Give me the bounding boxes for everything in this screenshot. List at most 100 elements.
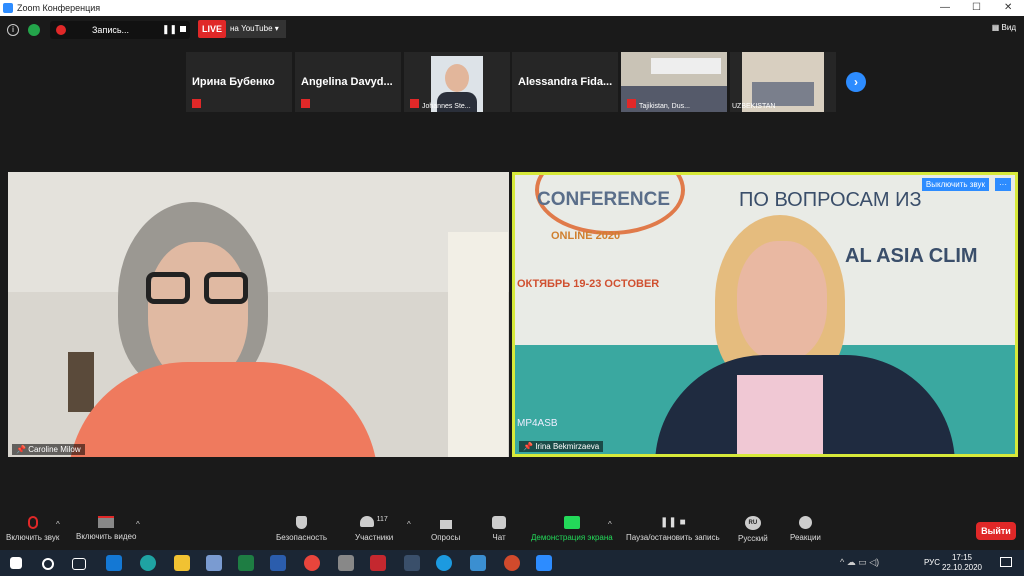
taskbar-clock[interactable]: 17:15 22.10.2020 (942, 553, 982, 573)
zoom-taskbar-icon[interactable] (536, 555, 552, 571)
task-view-icon[interactable] (72, 558, 86, 570)
video-name-label: 📌 Irina Bekmirzaeva (519, 441, 604, 452)
pin-icon: 📌 (16, 445, 29, 454)
share-options-chevron-icon[interactable]: ^ (608, 520, 612, 529)
participants-button[interactable]: 117 Участники (355, 516, 393, 542)
unmute-button[interactable]: Включить звук (6, 516, 59, 542)
participants-count: 117 (376, 516, 388, 523)
more-options-button[interactable]: ··· (995, 178, 1011, 191)
encryption-shield-icon[interactable] (28, 24, 40, 36)
notifications-icon[interactable] (1000, 557, 1012, 567)
flag-app-icon[interactable] (404, 555, 420, 571)
reactions-button[interactable]: Реакции (790, 516, 821, 542)
grid-icon: ▦ (991, 23, 1002, 32)
chat-label: Чат (492, 533, 506, 542)
people-icon (360, 516, 375, 527)
stop-record-icon[interactable] (180, 26, 186, 32)
polls-label: Опросы (431, 533, 461, 542)
reactions-label: Реакции (790, 533, 821, 542)
face-shape (148, 242, 248, 382)
share-screen-button[interactable]: Демонстрация экрана (531, 516, 613, 542)
share-label: Демонстрация экрана (531, 533, 613, 542)
windows-start-icon[interactable] (10, 557, 22, 569)
calculator-icon[interactable] (338, 555, 354, 571)
view-button[interactable]: ▦ Вид (992, 23, 1016, 32)
clock-date: 22.10.2020 (941, 563, 982, 572)
sign-text: ПО ВОПРОСАМ ИЗ (739, 189, 922, 211)
sign-text: ONLINE 2020 (551, 230, 621, 242)
participant-name: Angelina Davyd... (301, 76, 393, 88)
language-button[interactable]: RU Русский (738, 516, 768, 543)
file-explorer-icon[interactable] (174, 555, 190, 571)
maximize-icon[interactable]: ☐ (972, 2, 981, 13)
participants-label: Участники (355, 533, 394, 542)
participants-options-chevron-icon[interactable]: ^ (407, 520, 411, 529)
participant-tile[interactable]: Ирина Бубенко (186, 52, 292, 112)
search-icon[interactable] (42, 558, 54, 570)
participant-name: UZBEKISTAN (732, 103, 776, 110)
minimize-icon[interactable]: — (940, 2, 950, 13)
skype-icon[interactable] (436, 555, 452, 571)
meeting-top-bar: i Запись... ❚❚ LIVE на YouTube ▾ ▦ Вид (0, 16, 1024, 44)
share-screen-icon (563, 516, 580, 529)
chrome-icon[interactable] (304, 555, 320, 571)
view-label: Вид (1001, 23, 1016, 32)
acrobat-icon[interactable] (370, 555, 386, 571)
pause-record-icon[interactable]: ❚❚ (162, 24, 177, 35)
polls-button[interactable]: Опросы (431, 516, 460, 542)
video-name: Caroline Milow (28, 445, 81, 454)
start-video-label: Включить видео (76, 532, 137, 541)
info-icon[interactable]: i (7, 24, 19, 36)
video-tile-left[interactable]: 📌 Caroline Milow (8, 172, 509, 457)
edge-icon[interactable] (140, 555, 156, 571)
participant-tile[interactable]: Alessandra Fida... (512, 52, 618, 112)
muted-mic-icon (192, 99, 201, 108)
windows-taskbar: ^ ☁ ▭ ◁) РУС 17:15 22.10.2020 (0, 550, 1024, 576)
unmute-label: Включить звук (6, 533, 60, 542)
app-icon[interactable] (470, 555, 486, 571)
outlook-icon[interactable] (106, 555, 122, 571)
face-shape (737, 241, 827, 361)
next-page-arrow-icon[interactable]: › (846, 72, 866, 92)
youtube-stream-dropdown[interactable]: на YouTube ▾ (226, 20, 286, 38)
unmute-participant-button[interactable]: Выключить звук (921, 178, 989, 191)
window-title-bar: Zoom Конференция — ☐ ✕ (0, 0, 1024, 16)
video-name-label: 📌 Caroline Milow (12, 444, 85, 455)
language-label: Русский (738, 534, 768, 543)
audio-options-chevron-icon[interactable]: ^ (56, 520, 60, 529)
participants-icon: 117 (355, 516, 393, 529)
window-title: Zoom Конференция (17, 3, 101, 13)
word-icon[interactable] (270, 555, 286, 571)
pin-icon: 📌 (523, 442, 536, 451)
window-shape (448, 232, 508, 457)
participant-name: Ирина Бубенко (192, 76, 275, 88)
video-options-chevron-icon[interactable]: ^ (136, 520, 140, 529)
input-language[interactable]: РУС (924, 558, 940, 567)
leave-button[interactable]: Выйти (976, 522, 1016, 540)
start-video-button[interactable]: Включить видео (76, 516, 136, 541)
participant-name: Tajikistan, Dus... (639, 103, 690, 110)
security-button[interactable]: Безопасность (276, 516, 327, 542)
muted-mic-icon (27, 516, 38, 529)
excel-icon[interactable] (238, 555, 254, 571)
participant-tile[interactable]: UZBEKISTAN (730, 52, 836, 112)
participant-tile[interactable]: Tajikistan, Dus... (621, 52, 727, 112)
recording-label: Запись... (92, 25, 130, 35)
powerpoint-icon[interactable] (504, 555, 520, 571)
meeting-toolbar: Включить звук ^ Включить видео ^ Безопас… (0, 514, 1024, 550)
video-name: Irina Bekmirzaeva (535, 442, 600, 451)
tray-icons[interactable]: ^ ☁ ▭ ◁) (840, 557, 879, 568)
participant-name: Alessandra Fida... (518, 76, 613, 88)
pause-stop-recording-button[interactable]: ❚❚ ■ Пауза/остановить запись (626, 516, 720, 542)
participant-name: Johannes Ste... (422, 103, 471, 110)
participant-tile[interactable]: Angelina Davyd... (295, 52, 401, 112)
muted-mic-icon (410, 99, 419, 108)
shirt-shape (68, 362, 378, 457)
close-icon[interactable]: ✕ (1004, 2, 1012, 13)
snipping-tool-icon[interactable] (206, 555, 222, 571)
smiley-icon (798, 516, 812, 529)
sign-text: ОКТЯБРЬ 19-23 OCTOBER (517, 278, 660, 290)
chat-button[interactable]: Чат (492, 516, 506, 542)
participant-tile[interactable]: Johannes Ste... (404, 52, 510, 112)
video-tile-right[interactable]: CONFERENCE ONLINE 2020 ОКТЯБРЬ 19-23 OCT… (512, 172, 1018, 457)
